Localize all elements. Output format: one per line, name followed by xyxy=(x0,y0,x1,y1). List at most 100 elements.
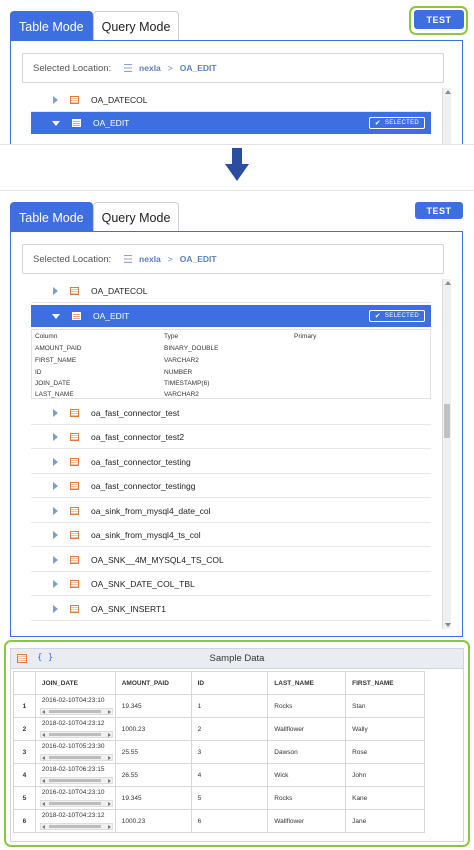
cell-last-name: Rocks xyxy=(267,786,347,810)
table-name: oa_sink_from_mysql4_ts_col xyxy=(91,529,201,540)
cell-last-name: Rocks xyxy=(267,694,347,718)
table-name: oa_sink_from_mysql4_date_col xyxy=(91,505,211,516)
location-breadcrumb: Selected Location: ☰ nexla > OA_EDIT xyxy=(22,53,444,83)
header-last-name[interactable]: LAST_NAME xyxy=(267,671,347,695)
cell-scrollbar[interactable] xyxy=(39,800,113,807)
table-row[interactable]: oa_fast_connector_testingg xyxy=(31,474,431,498)
expand-icon[interactable] xyxy=(53,530,58,539)
test-button[interactable]: TEST xyxy=(415,202,463,219)
table-row: 6 2018-02-10T04:23:12 1000.23 6 Wallflow… xyxy=(13,809,425,833)
schema-column: AMOUNT_PAID xyxy=(35,345,82,352)
table-row: 2 2018-02-10T04:23:12 1000.23 2 Wallflow… xyxy=(13,717,425,741)
bottom-scrollbar[interactable] xyxy=(442,279,451,629)
table-row[interactable]: oa_sink_from_mysql4_date_col xyxy=(31,499,431,523)
schema-type: TIMESTAMP(6) xyxy=(164,380,210,387)
top-scrollbar[interactable] xyxy=(442,88,451,144)
selected-badge: ✔ SELECTED xyxy=(368,310,425,322)
schema-column: FIRST_NAME xyxy=(35,357,77,364)
cell-scrollbar[interactable] xyxy=(39,823,113,830)
table-row[interactable]: oa_fast_connector_testing xyxy=(31,450,431,474)
table-row[interactable]: OA_SNK__4M_MYSQL4_TS_COL xyxy=(31,548,431,572)
cell-id: 2 xyxy=(190,717,269,741)
expand-icon[interactable] xyxy=(53,604,58,613)
cell-scrollbar[interactable] xyxy=(39,708,113,715)
cell-amount-paid: 25.55 xyxy=(114,740,192,764)
cell-join-date: 2018-02-10T06:23:15 xyxy=(34,763,116,787)
expand-icon[interactable] xyxy=(53,579,58,588)
scrollbar-thumb[interactable] xyxy=(444,404,450,438)
cell-amount-paid: 1000.23 xyxy=(114,809,192,833)
table-row[interactable]: OA_DATECOL xyxy=(31,88,431,112)
screenshot-divider xyxy=(0,144,474,145)
table-icon xyxy=(72,119,81,127)
tab-table-mode[interactable]: Table Mode xyxy=(10,11,93,41)
table-row[interactable]: oa_fast_connector_test2 xyxy=(31,425,431,449)
cell-scrollbar[interactable] xyxy=(39,754,113,761)
scroll-up-icon[interactable] xyxy=(445,281,451,285)
selected-badge: ✔ SELECTED xyxy=(368,117,425,129)
expand-icon[interactable] xyxy=(53,506,58,515)
collapse-icon[interactable] xyxy=(52,120,60,126)
table-name: OA_DATECOL xyxy=(91,285,148,296)
header-first-name[interactable]: FIRST_NAME xyxy=(345,671,425,695)
table-icon xyxy=(70,432,79,441)
tab-table-mode[interactable]: Table Mode xyxy=(10,202,93,232)
cell-amount-paid: 19.345 xyxy=(114,786,192,810)
scroll-down-icon[interactable] xyxy=(445,623,451,627)
header-join-date[interactable]: JOIN_DATE xyxy=(34,671,116,695)
table-row[interactable]: oa_fast_connector_test xyxy=(31,401,431,425)
table-row-selected[interactable]: OA_EDIT ✔ SELECTED xyxy=(31,112,431,134)
cell-join-date: 2016-02-10T04:23:10 xyxy=(34,694,116,718)
table-row[interactable]: OA_SNK_DATE_COL_TBL xyxy=(31,572,431,596)
top-tab-bar: Table Mode Query Mode xyxy=(10,11,180,41)
table-row[interactable]: OA_DATECOL xyxy=(31,279,431,303)
test-button[interactable]: TEST xyxy=(414,10,464,29)
table-row: 3 2016-02-10T05:23:30 25.55 3 Dawson Ros… xyxy=(13,740,425,764)
scroll-up-icon[interactable] xyxy=(445,90,451,94)
table-row-selected[interactable]: OA_EDIT ✔ SELECTED xyxy=(31,305,431,327)
row-index: 5 xyxy=(13,786,36,810)
expand-icon[interactable] xyxy=(53,432,58,441)
expand-icon[interactable] xyxy=(53,95,58,104)
sample-data-panel: Sample Data { } JOIN_DATE AMOUNT_PAID ID… xyxy=(10,648,464,842)
row-index: 2 xyxy=(13,717,36,741)
cell-first-name: Jane xyxy=(345,809,425,833)
table-row[interactable]: oa_sink_from_mysql4_ts_col xyxy=(31,523,431,547)
cell-scrollbar[interactable] xyxy=(39,731,113,738)
table-view-icon[interactable] xyxy=(17,654,27,663)
table-icon xyxy=(72,312,81,320)
breadcrumb-database[interactable]: nexla xyxy=(139,254,161,264)
tab-query-mode[interactable]: Query Mode xyxy=(92,11,180,41)
cell-id: 5 xyxy=(190,786,269,810)
bottom-table-panel: Selected Location: ☰ nexla > OA_EDIT OA_… xyxy=(10,231,463,637)
table-icon xyxy=(70,95,79,104)
cell-join-date: 2016-02-10T05:23:30 xyxy=(34,740,116,764)
table-name: oa_fast_connector_test2 xyxy=(91,431,185,442)
json-view-icon[interactable]: { } xyxy=(37,653,53,663)
table-row: 4 2018-02-10T06:23:15 26.55 4 Wick John xyxy=(13,763,425,787)
breadcrumb-database[interactable]: nexla xyxy=(139,63,161,73)
cell-last-name: Wick xyxy=(267,763,347,787)
expand-icon[interactable] xyxy=(53,286,58,295)
header-id[interactable]: ID xyxy=(190,671,269,695)
cell-id: 4 xyxy=(190,763,269,787)
expand-icon[interactable] xyxy=(53,457,58,466)
table-name: OA_SNK_DATE_COL_TBL xyxy=(91,578,195,589)
cell-first-name: Wally xyxy=(345,717,425,741)
collapse-icon[interactable] xyxy=(52,313,60,319)
expand-icon[interactable] xyxy=(53,408,58,417)
cell-first-name: Rose xyxy=(345,740,425,764)
tab-query-mode[interactable]: Query Mode xyxy=(92,202,180,232)
arrow-down-icon xyxy=(225,148,249,181)
table-row[interactable]: OA_SNK_INSERT1 xyxy=(31,597,431,621)
expand-icon[interactable] xyxy=(53,555,58,564)
header-amount-paid[interactable]: AMOUNT_PAID xyxy=(114,671,192,695)
breadcrumb-table[interactable]: OA_EDIT xyxy=(180,254,217,264)
cell-join-date: 2016-02-10T04:23:10 xyxy=(34,786,116,810)
table-name: OA_EDIT xyxy=(93,311,130,321)
breadcrumb-table[interactable]: OA_EDIT xyxy=(180,63,217,73)
schema-header-column: Column xyxy=(35,333,58,340)
cell-scrollbar[interactable] xyxy=(39,777,113,784)
top-table-list: OA_DATECOL OA_EDIT ✔ SELECTED xyxy=(31,88,431,144)
expand-icon[interactable] xyxy=(53,481,58,490)
